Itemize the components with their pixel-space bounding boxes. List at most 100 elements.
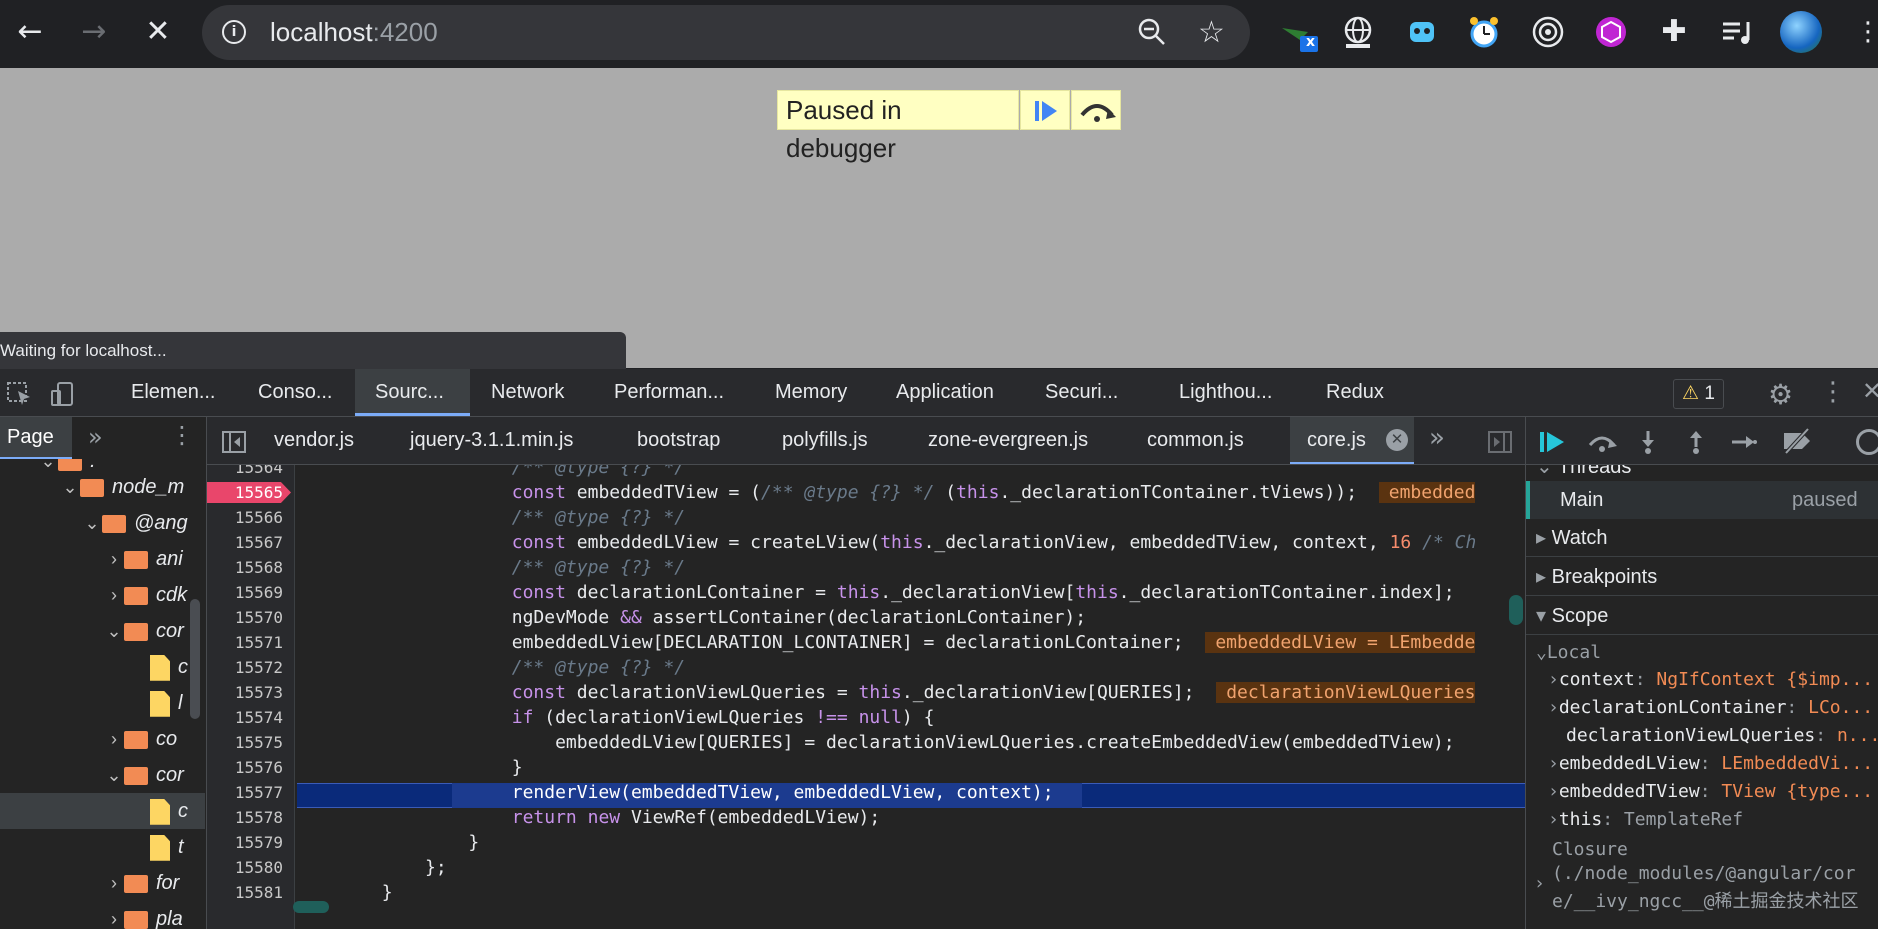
toggle-navigator-icon[interactable] (221, 429, 247, 459)
step-over-button[interactable] (1071, 90, 1121, 130)
navigator-menu-icon[interactable]: ⋮ (170, 421, 194, 449)
scope-section-header[interactable]: ▾ Scope (1526, 597, 1878, 635)
resume-icon[interactable] (1538, 429, 1566, 459)
zoom-icon[interactable] (1137, 17, 1167, 51)
profile-avatar[interactable] (1780, 11, 1822, 53)
watch-section-header[interactable]: ▸ Watch (1526, 519, 1878, 557)
tree-item[interactable]: › co (0, 721, 205, 757)
navigator-scrollbar[interactable] (190, 599, 200, 719)
extension-alarm-icon[interactable] (1466, 14, 1502, 50)
line-number[interactable]: 15574 (207, 705, 283, 730)
scope-variable[interactable]: ›this: TemplateRef (1526, 809, 1878, 837)
threads-section-header[interactable]: ⌄ Threads (1526, 465, 1878, 481)
line-number[interactable]: 15567 (207, 530, 283, 555)
tab-console[interactable]: Conso... (258, 369, 332, 416)
code-content[interactable]: /** @type {?} */ const embeddedTView = (… (295, 465, 1475, 929)
navigator-tab-page[interactable]: Page (0, 417, 72, 459)
line-number[interactable]: 15578 (207, 805, 283, 830)
warnings-counter[interactable]: ⚠ 1 (1673, 379, 1724, 409)
tab-memory[interactable]: Memory (775, 369, 847, 416)
scope-variable[interactable]: declarationViewLQueries: n... (1526, 725, 1878, 753)
extension-graphql-icon[interactable] (1593, 14, 1629, 50)
file-tab[interactable]: bootstrap (637, 417, 720, 464)
scope-variable[interactable]: ›context: NgIfContext {$imp... (1526, 669, 1878, 697)
chevron-right-icon[interactable]: › (1536, 873, 1543, 894)
tree-item[interactable]: c (0, 649, 205, 685)
step-out-icon[interactable] (1684, 429, 1708, 459)
line-number[interactable]: 15564 (207, 465, 283, 480)
forward-arrow-icon[interactable]: → (76, 14, 112, 50)
tab-application[interactable]: Application (896, 369, 994, 416)
line-number[interactable]: 15571 (207, 630, 283, 655)
extension-bug-icon[interactable]: x (1278, 14, 1318, 52)
extensions-puzzle-icon[interactable]: ✚ (1656, 14, 1692, 50)
step-icon[interactable] (1730, 429, 1758, 459)
line-number[interactable]: 15573 (207, 680, 283, 705)
close-tab-icon[interactable]: ✕ (1386, 429, 1408, 451)
line-number[interactable]: 15568 (207, 555, 283, 580)
line-number[interactable]: 15575 (207, 730, 283, 755)
tree-item[interactable]: t (0, 829, 205, 865)
resume-button[interactable] (1020, 90, 1070, 130)
devtools-menu-icon[interactable]: ⋮ (1820, 377, 1846, 407)
tab-sources[interactable]: Sourc... (355, 369, 470, 416)
line-number[interactable]: 15566 (207, 505, 283, 530)
editor-vertical-scrollbar[interactable] (1509, 595, 1523, 625)
tree-item[interactable]: ⌄ cor (0, 757, 205, 793)
back-arrow-icon[interactable]: ← (12, 14, 48, 50)
scope-variable[interactable]: ›declarationLContainer: LCo... (1526, 697, 1878, 725)
line-number-breakpoint[interactable]: 15565 (207, 480, 283, 505)
file-tab[interactable]: jquery-3.1.1.min.js (410, 417, 573, 464)
code-editor[interactable]: 15564 15565 15566 15567 15568 15569 1557… (207, 465, 1525, 929)
device-toolbar-icon[interactable] (50, 381, 76, 411)
file-tab-active[interactable]: core.js ✕ (1290, 417, 1414, 464)
extension-target-icon[interactable] (1530, 14, 1566, 50)
step-over-icon[interactable] (1586, 429, 1618, 459)
file-tab[interactable]: common.js (1147, 417, 1244, 464)
line-number[interactable]: 15569 (207, 580, 283, 605)
scope-closure-label[interactable]: Closure (1526, 839, 1878, 865)
more-files-chevron-icon[interactable]: » (1429, 423, 1445, 453)
tree-item[interactable]: › cdk (0, 577, 205, 613)
tree-item[interactable]: ⌄ node_m (0, 469, 205, 505)
address-bar[interactable]: i localhost:4200 ☆ (202, 5, 1250, 60)
thread-item-main[interactable]: Main paused (1526, 481, 1878, 519)
line-number[interactable]: 15580 (207, 855, 283, 880)
scope-variable[interactable]: ›embeddedLView: LEmbeddedVi... (1526, 753, 1878, 781)
step-into-icon[interactable] (1636, 429, 1660, 459)
file-tab[interactable]: polyfills.js (782, 417, 868, 464)
settings-gear-icon[interactable]: ⚙ (1768, 378, 1793, 411)
bookmark-star-icon[interactable]: ☆ (1198, 15, 1225, 50)
tree-item[interactable]: › ani (0, 541, 205, 577)
file-tab[interactable]: zone-evergreen.js (928, 417, 1088, 464)
tree-item[interactable]: l (0, 685, 205, 721)
extension-robot-icon[interactable] (1404, 14, 1440, 50)
pause-on-exceptions-icon[interactable] (1856, 429, 1878, 455)
tab-performance[interactable]: Performan... (614, 369, 724, 416)
breakpoints-section-header[interactable]: ▸ Breakpoints (1526, 558, 1878, 596)
tab-lighthouse[interactable]: Lighthou... (1179, 369, 1272, 416)
tree-item[interactable]: ⌄ @ang (0, 505, 205, 541)
more-tabs-chevron-icon[interactable]: » (88, 423, 103, 451)
tab-elements[interactable]: Elemen... (131, 369, 215, 416)
line-number[interactable]: 15577 (207, 780, 283, 805)
tab-network[interactable]: Network (491, 369, 564, 416)
file-tab[interactable]: vendor.js (274, 417, 354, 464)
line-number[interactable]: 15581 (207, 880, 283, 905)
editor-horizontal-scrollbar[interactable] (293, 901, 329, 913)
line-number[interactable]: 15579 (207, 830, 283, 855)
tree-item-selected[interactable]: c (0, 793, 205, 829)
scope-local-header[interactable]: ⌄Local (1526, 642, 1878, 668)
tab-redux[interactable]: Redux (1326, 369, 1384, 416)
site-info-icon[interactable]: i (222, 20, 246, 44)
media-control-icon[interactable] (1718, 14, 1754, 50)
inspect-element-icon[interactable] (6, 381, 32, 411)
close-devtools-icon[interactable]: ✕ (1862, 377, 1878, 405)
tree-item[interactable]: › pla (0, 901, 205, 929)
line-number[interactable]: 15572 (207, 655, 283, 680)
tree-item[interactable]: › for (0, 865, 205, 901)
tab-security[interactable]: Securi... (1045, 369, 1118, 416)
chrome-menu-icon[interactable]: ⋮ (1850, 14, 1878, 50)
tree-item[interactable]: ⌄ cor (0, 613, 205, 649)
line-number[interactable]: 15576 (207, 755, 283, 780)
